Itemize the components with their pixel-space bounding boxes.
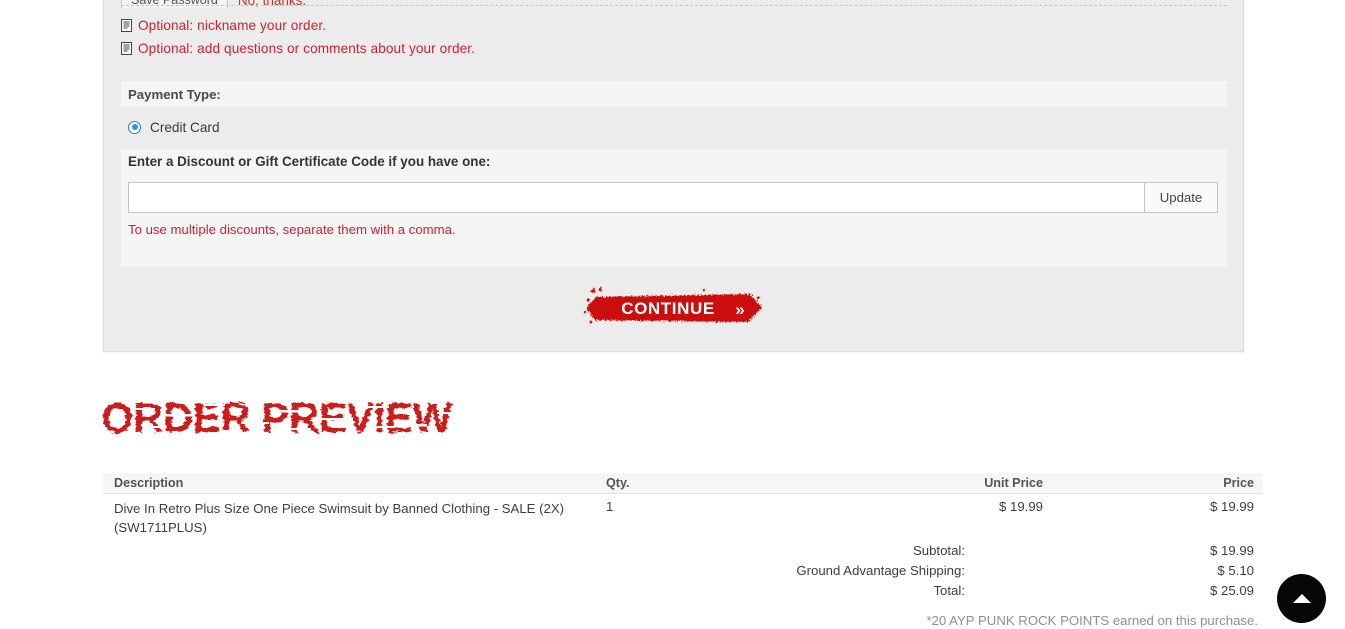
- table-row: Dive In Retro Plus Size One Piece Swimsu…: [103, 494, 1263, 537]
- column-header-qty: Qty.: [606, 476, 630, 490]
- shipping-value: $ 5.10: [1217, 562, 1254, 578]
- list-item[interactable]: Optional: add questions or comments abou…: [121, 37, 475, 60]
- discount-title: Enter a Discount or Gift Certificate Cod…: [128, 154, 491, 169]
- caret-up-icon: [1292, 594, 1311, 603]
- total-label: Total:: [933, 582, 965, 598]
- checkout-panel: Save Password No, thanks. Optional: nick…: [103, 0, 1244, 352]
- list-item[interactable]: Optional: nickname your order.: [121, 14, 475, 37]
- continue-button[interactable]: CONTINUE »: [582, 284, 767, 332]
- rewards-points-note: *20 AYP PUNK ROCK POINTS earned on this …: [926, 613, 1258, 628]
- cell-price: $ 19.99: [1210, 499, 1254, 514]
- save-password-button[interactable]: Save Password: [121, 0, 228, 8]
- column-header-description: Description: [114, 476, 184, 490]
- document-icon: [121, 19, 132, 32]
- totals-row-subtotal: Subtotal: $ 19.99: [103, 540, 1263, 560]
- totals-row-total: Total: $ 25.09: [103, 580, 1263, 600]
- continue-label: CONTINUE: [621, 299, 715, 318]
- update-button[interactable]: Update: [1145, 182, 1218, 213]
- continue-banner-icon: CONTINUE »: [583, 286, 762, 324]
- order-totals: Subtotal: $ 19.99 Ground Advantage Shipp…: [103, 540, 1263, 600]
- optional-links-list: Optional: nickname your order. Optional:…: [121, 14, 475, 60]
- checkout-page: Save Password No, thanks. Optional: nick…: [0, 0, 1345, 629]
- order-preview-table: Description Qty. Unit Price Price Dive I…: [103, 473, 1263, 537]
- scroll-to-top-button[interactable]: [1277, 574, 1326, 623]
- no-thanks-link[interactable]: No, thanks.: [238, 0, 306, 8]
- total-value: $ 25.09: [1210, 582, 1254, 598]
- continue-button-container: CONTINUE »: [104, 284, 1243, 332]
- table-header-row: Description Qty. Unit Price Price: [103, 473, 1263, 494]
- totals-row-shipping: Ground Advantage Shipping: $ 5.10: [103, 560, 1263, 580]
- column-header-price: Price: [1223, 476, 1254, 490]
- discount-note: To use multiple discounts, separate them…: [128, 222, 456, 237]
- save-password-prompt: Save Password No, thanks.: [121, 0, 306, 8]
- continue-chevron: »: [735, 300, 744, 319]
- document-icon: [121, 42, 132, 55]
- discount-input-row: Update: [128, 182, 1218, 213]
- payment-type-label: Payment Type:: [128, 86, 221, 102]
- column-header-unit-price: Unit Price: [984, 476, 1043, 490]
- order-preview-heading-graphic: ORDER PREVIEW: [101, 394, 453, 441]
- cell-unit-price: $ 19.99: [999, 499, 1043, 514]
- page-title: ORDER PREVIEW: [101, 392, 501, 444]
- payment-option-label: Credit Card: [150, 119, 220, 135]
- discount-code-section: Enter a Discount or Gift Certificate Cod…: [121, 149, 1227, 267]
- order-preview-heading-text: ORDER PREVIEW: [101, 394, 452, 441]
- optional-comments-link[interactable]: Optional: add questions or comments abou…: [138, 42, 475, 56]
- radio-credit-card[interactable]: [128, 120, 141, 134]
- cell-qty: 1: [606, 499, 614, 514]
- payment-type-header: Payment Type:: [121, 81, 1227, 107]
- optional-nickname-link[interactable]: Optional: nickname your order.: [138, 19, 326, 33]
- payment-option-credit-card[interactable]: Credit Card: [121, 115, 1227, 139]
- subtotal-label: Subtotal:: [912, 542, 965, 558]
- discount-code-input[interactable]: [128, 182, 1145, 213]
- cell-description: Dive In Retro Plus Size One Piece Swimsu…: [114, 501, 565, 535]
- dashed-divider: [121, 5, 1227, 6]
- subtotal-value: $ 19.99: [1210, 542, 1254, 558]
- shipping-label: Ground Advantage Shipping:: [796, 562, 965, 578]
